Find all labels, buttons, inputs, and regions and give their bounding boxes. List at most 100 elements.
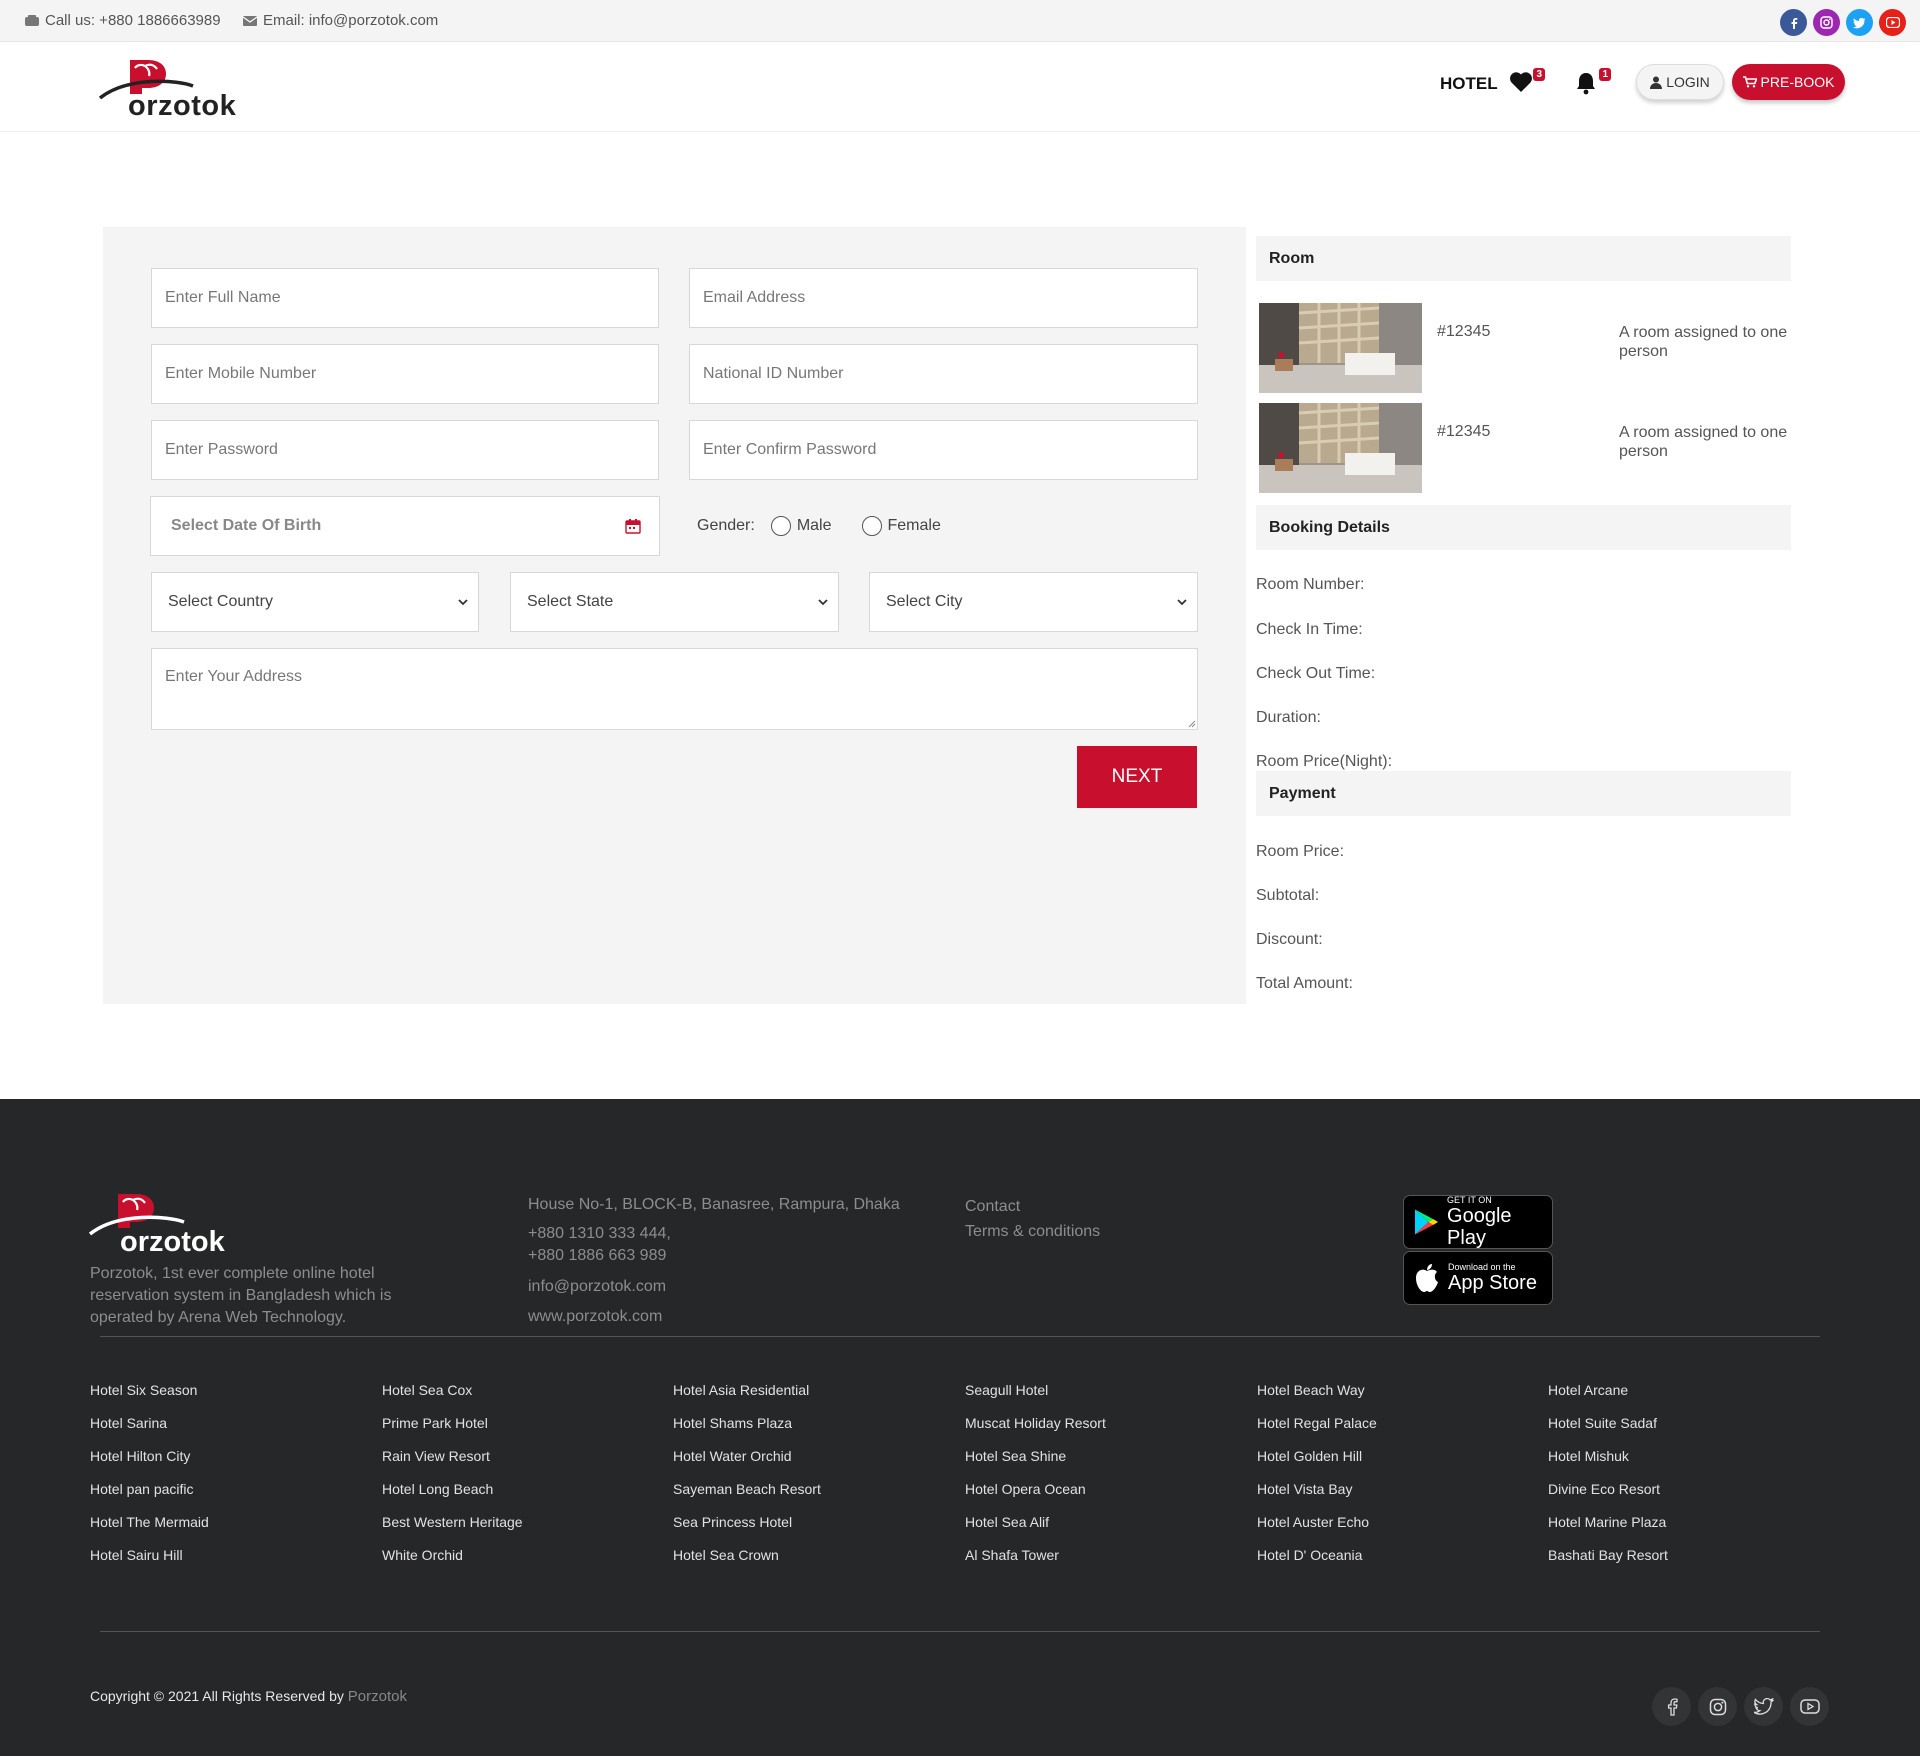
hotel-link[interactable]: Hotel Sarina [90, 1413, 350, 1446]
hotel-link[interactable]: Hotel Mishuk [1548, 1446, 1808, 1479]
footer-terms-link[interactable]: Terms & conditions [965, 1223, 1100, 1241]
country-select-value: Select Country [168, 593, 273, 610]
hotel-link[interactable]: Hotel D' Oceania [1257, 1545, 1517, 1578]
gender-male-radio[interactable] [770, 516, 791, 536]
hotel-link[interactable]: Hotel Sea Alif [965, 1512, 1225, 1545]
hotel-link[interactable]: Hotel Long Beach [382, 1479, 642, 1512]
total-amount-label: Total Amount: [1256, 975, 1353, 992]
dob-placeholder: Select Date Of Birth [171, 517, 322, 534]
date-of-birth-input[interactable]: Select Date Of Birth [150, 496, 660, 556]
google-play-small-text: GET IT ON [1447, 1195, 1492, 1205]
country-select[interactable]: Select Country [151, 572, 479, 632]
google-play-button[interactable]: GET IT ON Google Play [1403, 1195, 1553, 1249]
hotel-link[interactable]: Hotel Shams Plaza [673, 1413, 933, 1446]
hotel-link[interactable]: Divine Eco Resort [1548, 1479, 1808, 1512]
app-store-button[interactable]: Download on the App Store [1403, 1251, 1553, 1305]
city-select[interactable]: Select City [869, 572, 1198, 632]
address-textarea[interactable]: Enter Your Address [151, 648, 1198, 730]
hotel-link[interactable]: Hotel Marine Plaza [1548, 1512, 1808, 1545]
facebook-icon[interactable] [1652, 1687, 1691, 1726]
gender-female-radio[interactable] [861, 516, 882, 536]
hotel-list-column: Hotel Beach Way Hotel Regal Palace Hotel… [1257, 1380, 1517, 1578]
prebook-button[interactable]: PRE-BOOK [1732, 64, 1845, 100]
hotel-link[interactable]: Seagull Hotel [965, 1380, 1225, 1413]
hotel-link[interactable]: Hotel Hilton City [90, 1446, 350, 1479]
hotel-link[interactable]: Hotel Vista Bay [1257, 1479, 1517, 1512]
hotel-link[interactable]: Rain View Resort [382, 1446, 642, 1479]
hotel-link[interactable]: Hotel Asia Residential [673, 1380, 933, 1413]
hotel-link[interactable]: Hotel Six Season [90, 1380, 350, 1413]
hotel-link[interactable]: Hotel pan pacific [90, 1479, 350, 1512]
next-button[interactable]: NEXT [1077, 746, 1197, 808]
hotel-link[interactable]: Sayeman Beach Resort [673, 1479, 933, 1512]
nav-hotel[interactable]: HOTEL [1440, 74, 1498, 94]
footer-logo-text: orzotok [120, 1226, 225, 1258]
twitter-icon[interactable] [1744, 1687, 1783, 1726]
full-name-placeholder: Enter Full Name [165, 289, 281, 306]
resize-handle-icon[interactable] [1188, 720, 1196, 728]
duration-label: Duration: [1256, 709, 1321, 726]
hotel-link[interactable]: Hotel The Mermaid [90, 1512, 350, 1545]
youtube-icon[interactable] [1790, 1687, 1829, 1726]
footer-phone-1[interactable]: +880 1310 333 444, [528, 1225, 671, 1243]
hotel-link[interactable]: Hotel Sea Cox [382, 1380, 642, 1413]
hotel-link[interactable]: Hotel Opera Ocean [965, 1479, 1225, 1512]
calendar-icon[interactable] [625, 518, 641, 534]
hotel-link[interactable]: Muscat Holiday Resort [965, 1413, 1225, 1446]
hotel-link[interactable]: Hotel Auster Echo [1257, 1512, 1517, 1545]
app-store-small-text: Download on the [1448, 1262, 1516, 1272]
hotel-link[interactable]: Hotel Golden Hill [1257, 1446, 1517, 1479]
login-button[interactable]: LOGIN [1636, 64, 1724, 100]
confirm-password-input[interactable]: Enter Confirm Password [689, 420, 1198, 480]
password-input[interactable]: Enter Password [151, 420, 659, 480]
footer-divider [100, 1631, 1820, 1632]
room-description: A room assigned to one person [1619, 324, 1788, 360]
copyright-brand-link[interactable]: Porzotok [348, 1688, 407, 1705]
hotel-link[interactable]: Hotel Suite Sadaf [1548, 1413, 1808, 1446]
state-select[interactable]: Select State [510, 572, 839, 632]
hotel-link[interactable]: Al Shafa Tower [965, 1545, 1225, 1578]
footer-divider [100, 1336, 1820, 1337]
address-placeholder: Enter Your Address [165, 668, 302, 685]
user-icon [1650, 76, 1663, 89]
hotel-link[interactable]: Best Western Heritage [382, 1512, 642, 1545]
facebook-icon[interactable] [1780, 9, 1807, 36]
footer-about: Porzotok, 1st ever complete online hotel… [90, 1265, 392, 1326]
national-id-input[interactable]: National ID Number [689, 344, 1198, 404]
hotel-link[interactable]: Hotel Sairu Hill [90, 1545, 350, 1578]
footer-contact-link[interactable]: Contact [965, 1198, 1020, 1216]
hotel-link[interactable]: Hotel Sea Shine [965, 1446, 1225, 1479]
hotel-link[interactable]: Hotel Water Orchid [673, 1446, 933, 1479]
gender-female-option[interactable]: Female [861, 516, 941, 536]
footer-email[interactable]: info@porzotok.com [528, 1278, 666, 1296]
check-in-time-label: Check In Time: [1256, 621, 1363, 638]
envelope-icon [243, 15, 257, 26]
hotel-link[interactable]: Hotel Sea Crown [673, 1545, 933, 1578]
phone-icon [25, 14, 39, 26]
instagram-icon[interactable] [1813, 9, 1840, 36]
room-item: #12345 A room assigned to one person [1259, 403, 1791, 493]
footer-website[interactable]: www.porzotok.com [528, 1308, 662, 1326]
footer-logo[interactable]: orzotok [88, 1194, 248, 1258]
footer-phone-2[interactable]: +880 1886 663 989 [528, 1247, 666, 1265]
hotel-link[interactable]: Hotel Arcane [1548, 1380, 1808, 1413]
wishlist-button[interactable]: 3 [1509, 68, 1545, 95]
notification-button[interactable]: 1 [1575, 68, 1611, 95]
hotel-link[interactable]: White Orchid [382, 1545, 642, 1578]
youtube-icon[interactable] [1879, 9, 1906, 36]
site-logo[interactable]: orzotok [98, 56, 253, 122]
instagram-icon[interactable] [1698, 1687, 1737, 1726]
hotel-link[interactable]: Hotel Regal Palace [1257, 1413, 1517, 1446]
hotel-link[interactable]: Bashati Bay Resort [1548, 1545, 1808, 1578]
gender-label: Gender: [697, 517, 755, 534]
full-name-input[interactable]: Enter Full Name [151, 268, 659, 328]
gender-male-label: Male [796, 517, 832, 534]
email-input[interactable]: Email Address [689, 268, 1198, 328]
mobile-number-input[interactable]: Enter Mobile Number [151, 344, 659, 404]
app-store-big-text: App Store [1448, 1272, 1537, 1294]
hotel-link[interactable]: Sea Princess Hotel [673, 1512, 933, 1545]
twitter-icon[interactable] [1846, 9, 1873, 36]
hotel-link[interactable]: Prime Park Hotel [382, 1413, 642, 1446]
gender-male-option[interactable]: Male [770, 516, 832, 536]
hotel-link[interactable]: Hotel Beach Way [1257, 1380, 1517, 1413]
